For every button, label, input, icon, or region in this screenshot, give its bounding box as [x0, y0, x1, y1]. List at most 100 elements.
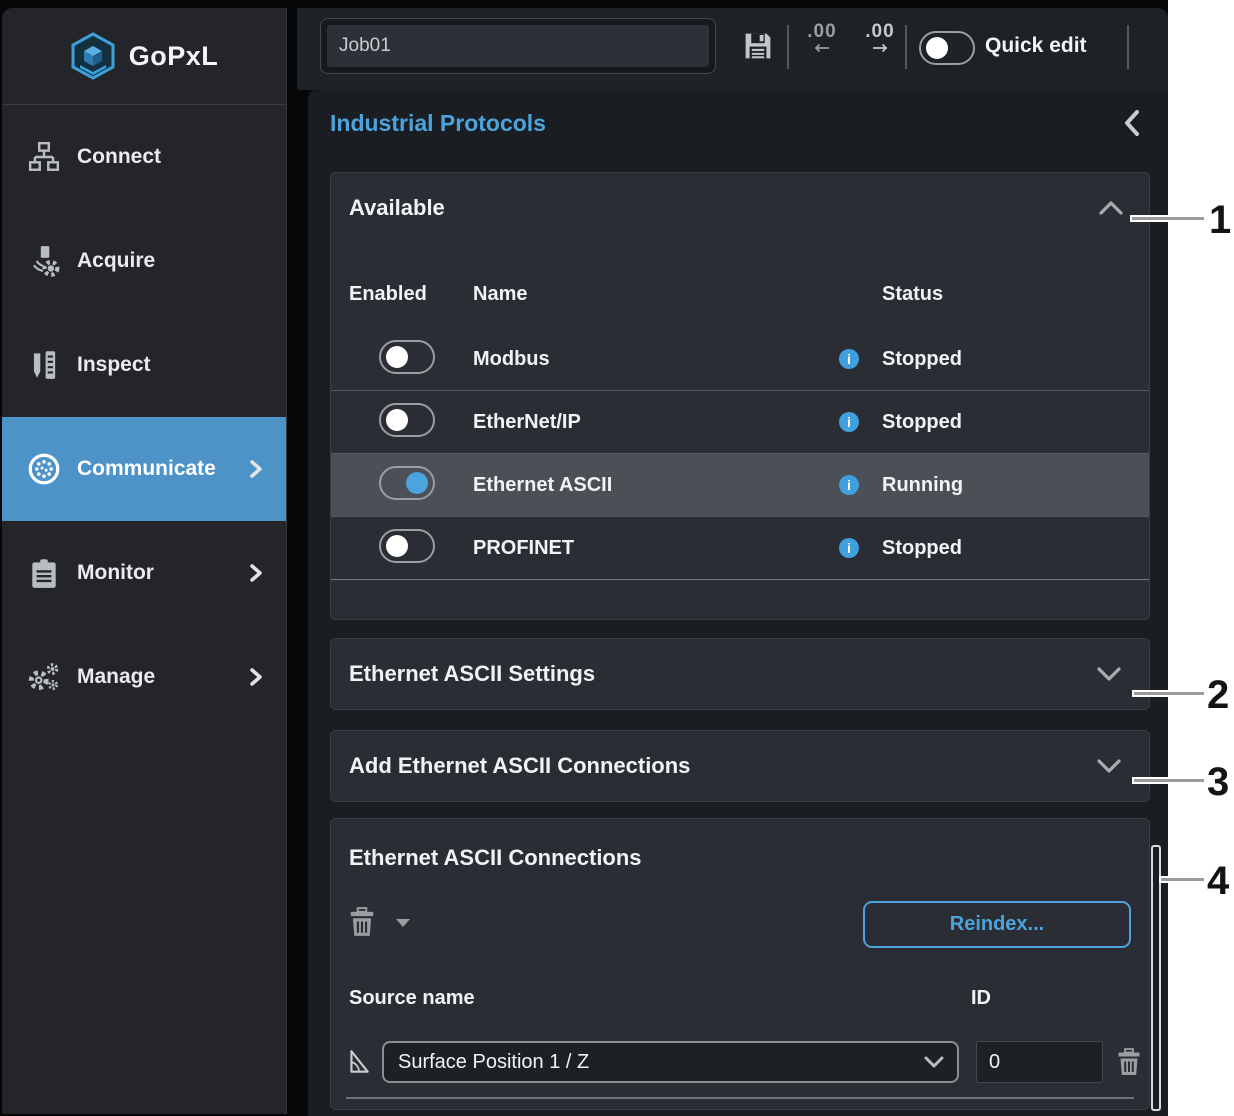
network-icon	[24, 140, 64, 174]
column-header-enabled: Enabled	[349, 283, 473, 306]
callout-number-1: 1	[1209, 200, 1231, 240]
protocol-enable-toggle[interactable]	[379, 466, 435, 500]
protocol-row-profinet[interactable]: PROFINET i Stopped	[331, 517, 1149, 580]
arrow-right-icon	[871, 43, 889, 53]
sidebar-item-label: Manage	[77, 665, 155, 689]
quick-edit-label: Quick edit	[985, 34, 1087, 58]
chevron-down-icon	[1095, 757, 1123, 775]
toggle-knob	[386, 535, 408, 557]
delete-connection-row-button[interactable]	[1117, 1048, 1141, 1076]
chevron-up-icon	[1097, 199, 1125, 217]
section-title-available: Available	[349, 195, 445, 221]
sidebar-item-connect[interactable]: Connect	[2, 105, 286, 209]
info-icon[interactable]: i	[839, 475, 859, 495]
toggle-knob	[386, 409, 408, 431]
toggle-knob	[926, 37, 948, 59]
connections-table-header: Source name ID	[349, 987, 1131, 1010]
protocol-status: Stopped	[882, 537, 962, 560]
chevron-right-icon	[248, 457, 264, 481]
save-icon	[740, 28, 776, 64]
column-header-status: Status	[882, 283, 943, 306]
protocol-row-modbus[interactable]: Modbus iStopped	[331, 328, 1149, 391]
sidebar-item-manage[interactable]: Manage	[2, 625, 286, 729]
column-header-name: Name	[473, 283, 882, 306]
arrow-left-icon	[813, 43, 831, 53]
info-icon[interactable]: i	[839, 412, 859, 432]
source-name-select[interactable]: Surface Position 1 / Z	[382, 1041, 959, 1083]
chevron-left-icon	[1122, 108, 1142, 138]
trash-icon	[349, 907, 375, 937]
delete-options-caret-button[interactable]	[395, 917, 411, 928]
section-title: Add Ethernet ASCII Connections	[349, 753, 690, 779]
protocol-table-header: Enabled Name Status	[349, 283, 943, 306]
collapse-available-button[interactable]	[1097, 199, 1125, 217]
info-icon[interactable]: i	[839, 538, 859, 558]
info-icon[interactable]: i	[839, 349, 859, 369]
callout-number-3: 3	[1207, 762, 1229, 802]
sidebar-item-label: Inspect	[77, 353, 151, 377]
source-name-value: Surface Position 1 / Z	[398, 1051, 589, 1074]
sidebar-item-label: Connect	[77, 145, 161, 169]
sidebar-item-label: Acquire	[77, 249, 155, 273]
toolbar-divider	[787, 25, 789, 69]
connector-icon	[24, 451, 64, 487]
callout-number-2: 2	[1207, 675, 1229, 715]
job-name-input[interactable]	[327, 25, 709, 67]
app-logo: GoPxL	[2, 8, 286, 105]
callout-number-4: 4	[1207, 861, 1229, 901]
sidebar-nav: Connect Acquire	[2, 105, 286, 729]
protocol-enable-toggle[interactable]	[379, 529, 435, 563]
section-title: Ethernet ASCII Settings	[349, 661, 595, 687]
available-protocols-card: Available Enabled Name Status Modbus iSt…	[330, 172, 1150, 620]
protocol-name: Ethernet ASCII	[473, 474, 839, 497]
callout-line-1	[1130, 215, 1206, 222]
protocol-table: Modbus iStopped EtherNet/IP iStopped Eth…	[331, 328, 1149, 580]
toggle-knob	[386, 346, 408, 368]
decimal-increase-button[interactable]: .00	[855, 21, 905, 53]
collapse-panel-button[interactable]	[1122, 108, 1142, 141]
protocol-status: Stopped	[882, 348, 962, 371]
callout-line-2	[1132, 690, 1206, 697]
trash-icon	[1117, 1048, 1141, 1076]
sensor-icon	[24, 244, 64, 278]
gears-icon	[24, 660, 64, 694]
sidebar-item-monitor[interactable]: Monitor	[2, 521, 286, 625]
clipboard-icon	[24, 556, 64, 590]
top-toolbar: .00 .00 Quick edit	[297, 8, 1168, 90]
protocol-enable-toggle[interactable]	[379, 403, 435, 437]
column-header-source-name: Source name	[349, 987, 475, 1009]
protocol-name: EtherNet/IP	[473, 411, 839, 434]
protocol-status: Running	[882, 474, 963, 497]
chevron-right-icon	[248, 561, 264, 585]
reindex-button[interactable]: Reindex...	[863, 901, 1131, 948]
ethernet-ascii-connections-card: Ethernet ASCII Connections Reindex... So…	[330, 818, 1150, 1110]
sidebar-item-communicate[interactable]: Communicate	[2, 417, 286, 521]
sidebar-item-acquire[interactable]: Acquire	[2, 209, 286, 313]
protocol-row-ethernet-ascii[interactable]: Ethernet ASCII i Running	[331, 454, 1149, 517]
protocol-name: PROFINET	[473, 537, 839, 560]
quick-edit-toggle[interactable]	[919, 31, 975, 65]
save-job-button[interactable]	[740, 28, 776, 67]
protocol-status: Stopped	[882, 411, 962, 434]
section-ethernet-ascii-settings[interactable]: Ethernet ASCII Settings	[330, 638, 1150, 710]
toolbar-divider	[905, 25, 907, 69]
sidebar-item-inspect[interactable]: Inspect	[2, 313, 286, 417]
connection-id-input[interactable]	[976, 1041, 1103, 1083]
protocol-enable-toggle[interactable]	[379, 340, 435, 374]
section-add-ethernet-ascii-connections[interactable]: Add Ethernet ASCII Connections	[330, 730, 1150, 802]
decimal-increase-label: .00	[865, 21, 894, 43]
callout-line-3	[1132, 777, 1206, 784]
chevron-right-icon	[248, 665, 264, 689]
protocol-row-ethernetip[interactable]: EtherNet/IP i Stopped	[331, 391, 1149, 454]
app-logo-text: GoPxL	[129, 41, 219, 72]
vertical-scrollbar[interactable]	[1151, 845, 1161, 1111]
section-title-connections: Ethernet ASCII Connections	[349, 845, 642, 871]
gopxl-logo-icon	[70, 32, 116, 80]
decimal-decrease-button[interactable]: .00	[797, 21, 847, 53]
inspect-icon	[24, 348, 64, 382]
job-name-field-frame	[320, 18, 716, 74]
delete-connections-button[interactable]	[349, 907, 375, 937]
page-title: Industrial Protocols	[330, 110, 546, 137]
caret-down-icon	[395, 917, 411, 928]
chevron-down-icon	[923, 1055, 945, 1069]
